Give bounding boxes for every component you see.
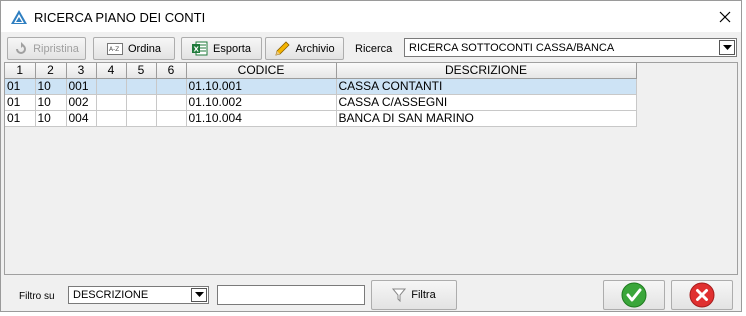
table-cell [126,94,157,111]
column-header-2[interactable]: 2 [35,63,67,79]
sort-icon: A-Z [106,42,123,55]
column-header-1[interactable]: 1 [5,63,36,79]
table-row[interactable]: 01 10 004 01.10.004 BANCA DI SAN MARINO [5,110,637,127]
table-cell: 01 [5,94,36,111]
svg-text:A-Z: A-Z [109,46,119,53]
table-cell: 01.10.004 [186,110,337,127]
table-cell [126,78,157,95]
restore-icon [16,41,27,54]
table-cell [96,110,127,127]
search-select-value: RICERCA SOTTOCONTI CASSA/BANCA [409,41,615,54]
table-cell: 004 [66,110,97,127]
table-row[interactable]: 01 10 001 01.10.001 CASSA CONTANTI [5,78,637,95]
filter-field-select[interactable]: DESCRIZIONE [68,286,209,304]
table-cell [96,94,127,111]
table-cell: 10 [35,110,67,127]
filter-label: Filtro su [19,291,55,302]
table-cell: BANCA DI SAN MARINO [336,110,637,127]
column-header-descrizione[interactable]: DESCRIZIONE [336,63,637,79]
search-dialog: RICERCA PIANO DEI CONTI Ripristina A-Z O… [0,0,742,312]
table-cell [156,78,187,95]
table-cell: 01.10.002 [186,94,337,111]
ripristina-button[interactable]: Ripristina [7,37,86,60]
ordina-button[interactable]: A-Z Ordina [93,37,175,60]
column-header-codice[interactable]: CODICE [186,63,337,79]
search-label: Ricerca [355,43,393,55]
results-grid: 1 2 3 4 5 6 CODICE DESCRIZIONE 01 10 001 [4,62,738,275]
column-header-6[interactable]: 6 [156,63,187,79]
table-cell: CASSA C/ASSEGNI [336,94,637,111]
column-header-3[interactable]: 3 [66,63,97,79]
results-table: 1 2 3 4 5 6 CODICE DESCRIZIONE 01 10 001 [5,63,637,127]
close-icon[interactable] [717,9,733,25]
cancel-button[interactable] [671,280,733,310]
svg-text:X: X [194,46,200,54]
table-cell [156,94,187,111]
table-cell: 01 [5,110,36,127]
table-cell: 10 [35,78,67,95]
cancel-icon [689,282,715,308]
column-header-5[interactable]: 5 [126,63,157,79]
ordina-label: Ordina [127,42,162,55]
column-header-4[interactable]: 4 [96,63,127,79]
esporta-button[interactable]: X Esporta [181,37,262,60]
table-cell: 002 [66,94,97,111]
ripristina-label: Ripristina [33,42,79,55]
excel-icon: X [192,41,208,56]
archivio-label: Archivio [295,42,335,55]
filtra-label: Filtra [411,289,436,301]
checkmark-icon [621,282,647,308]
table-cell [96,78,127,95]
table-row[interactable]: 01 10 002 01.10.002 CASSA C/ASSEGNI [5,94,637,111]
esporta-label: Esporta [213,42,251,55]
table-cell [126,110,157,127]
toolbar: Ripristina A-Z Ordina X Esporta Archivio… [1,32,741,61]
table-cell: 001 [66,78,97,95]
filtra-button[interactable]: Filtra [371,280,457,310]
window-title: RICERCA PIANO DEI CONTI [34,10,206,25]
archivio-button[interactable]: Archivio [265,37,344,60]
table-cell: 01 [5,78,36,95]
table-cell: 10 [35,94,67,111]
chevron-down-icon[interactable] [719,40,735,55]
table-cell: 01.10.001 [186,78,337,95]
table-cell: CASSA CONTANTI [336,78,637,95]
table-cell [156,110,187,127]
filter-text-input[interactable] [217,285,365,305]
funnel-icon [392,288,407,302]
filter-field-value: DESCRIZIONE [73,289,149,301]
chevron-down-icon[interactable] [191,288,207,302]
search-select[interactable]: RICERCA SOTTOCONTI CASSA/BANCA [404,38,737,57]
pencil-icon [275,40,291,56]
app-logo-icon [11,10,27,24]
table-header-row: 1 2 3 4 5 6 CODICE DESCRIZIONE [5,63,637,79]
confirm-button[interactable] [603,280,665,310]
title-bar: RICERCA PIANO DEI CONTI [1,1,741,32]
